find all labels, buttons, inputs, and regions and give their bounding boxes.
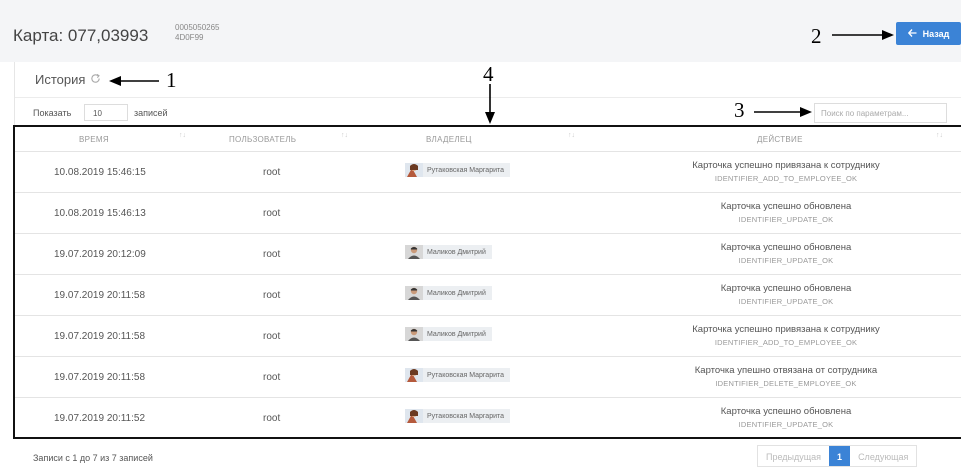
owner-name: Рутаковская Маргарита [423, 368, 511, 382]
prev-page-button[interactable]: Предыдущая [758, 446, 829, 466]
owner-cell[interactable]: Рутаковская Маргарита [405, 163, 511, 177]
action-code: IDENTIFIER_UPDATE_OK [738, 256, 834, 265]
action-text: Карточка упешно отвязана от сотрудника [694, 365, 878, 376]
owner-cell[interactable]: Маликов Дмитрий [405, 286, 492, 300]
card-identifier: 0005050265 4D0F99 [175, 23, 220, 43]
annotation-arrow-2 [832, 30, 894, 40]
user-cell: root [263, 290, 281, 301]
avatar-male-icon [405, 245, 423, 259]
annotation-arrow-1 [109, 76, 159, 86]
action-code: IDENTIFIER_ADD_TO_EMPLOYEE_OK [714, 338, 858, 347]
column-owner-header[interactable]: ВЛАДЕЛЕЦ [426, 135, 472, 144]
arrow-left-icon [907, 28, 917, 39]
search-input[interactable]: Поиск по параметрам... [814, 103, 947, 123]
user-cell: root [263, 413, 281, 424]
action-text: Карточка успешно обновлена [720, 242, 852, 253]
action-code: IDENTIFIER_ADD_TO_EMPLOYEE_OK [714, 174, 858, 183]
action-cell: Карточка успешно привязана к сотруднику I… [635, 152, 937, 183]
sort-icon[interactable]: ↑↓ [341, 132, 348, 139]
time-cell: 10.08.2019 15:46:13 [54, 208, 146, 219]
action-text: Карточка успешно обновлена [720, 201, 852, 212]
back-button-label: Назад [922, 28, 950, 39]
avatar-male-icon [405, 327, 423, 341]
time-cell: 19.07.2019 20:11:58 [54, 331, 146, 342]
action-code: IDENTIFIER_UPDATE_OK [738, 215, 834, 224]
table-row[interactable]: 19.07.2019 20:11:52 root Рутаковская Марга… [15, 397, 961, 438]
pagination: Предыдущая 1 Следующая [757, 445, 918, 467]
history-section-title: История [35, 72, 101, 87]
annotation-arrow-4 [485, 84, 495, 124]
action-text: Карточка успешно обновлена [720, 406, 852, 417]
action-text: Карточка успешно привязана к сотруднику [692, 160, 880, 171]
owner-name: Рутаковская Маргарита [423, 163, 511, 177]
table-row[interactable]: 10.08.2019 15:46:13 root Карточка успешно … [15, 192, 961, 233]
time-cell: 19.07.2019 20:11:58 [54, 372, 146, 383]
action-cell: Карточка успешно обновлена IDENTIFIER_UPD… [635, 275, 937, 306]
records-label: записей [134, 108, 168, 118]
table-row[interactable]: 19.07.2019 20:11:58 root Рутаковская Марга… [15, 356, 961, 397]
owner-name: Маликов Дмитрий [423, 327, 492, 341]
column-user-header[interactable]: ПОЛЬЗОВАТЕЛЬ [229, 135, 296, 144]
time-cell: 19.07.2019 20:12:09 [54, 249, 146, 260]
user-cell: root [263, 167, 281, 178]
user-cell: root [263, 249, 281, 260]
sort-icon[interactable]: ↑↓ [568, 132, 575, 139]
owner-cell[interactable]: Рутаковская Маргарита [405, 368, 511, 382]
owner-name: Рутаковская Маргарита [423, 409, 511, 423]
records-info: Записи с 1 до 7 из 7 записей [33, 453, 153, 463]
action-code: IDENTIFIER_DELETE_EMPLOYEE_OK [715, 379, 857, 388]
owner-cell[interactable]: Рутаковская Маргарита [405, 409, 511, 423]
card-id-line2: 4D0F99 [175, 33, 204, 42]
action-code: IDENTIFIER_UPDATE_OK [738, 420, 834, 429]
avatar-male-icon [405, 286, 423, 300]
action-cell: Карточка успешно привязана к сотруднику I… [635, 316, 937, 347]
column-action-header[interactable]: ДЕЙСТВИЕ [757, 135, 803, 144]
owner-cell[interactable]: Маликов Дмитрий [405, 245, 492, 259]
time-cell: 19.07.2019 20:11:52 [54, 413, 146, 424]
owner-cell[interactable]: Маликов Дмитрий [405, 327, 492, 341]
page-1-button[interactable]: 1 [829, 446, 851, 466]
card-id-line1: 0005050265 [175, 23, 220, 32]
action-text: Карточка успешно привязана к сотруднику [692, 324, 880, 335]
table-row[interactable]: 10.08.2019 15:46:15 root Рутаковская Марга… [15, 151, 961, 192]
sort-icon[interactable]: ↑↓ [179, 132, 186, 139]
avatar-female-icon [405, 163, 423, 177]
sort-icon[interactable]: ↑↓ [936, 132, 943, 139]
annotation-arrow-3 [754, 107, 812, 117]
table-row[interactable]: 19.07.2019 20:11:58 root Маликов Дмитрий Ка… [15, 315, 961, 356]
action-cell: Карточка упешно отвязана от сотрудника ID… [635, 357, 937, 388]
column-time-header[interactable]: ВРЕМЯ [79, 135, 109, 144]
user-cell: root [263, 208, 281, 219]
annotation-2: 2 [811, 24, 822, 48]
avatar-female-icon [405, 368, 423, 382]
next-page-button[interactable]: Следующая [850, 446, 916, 466]
user-cell: root [263, 372, 281, 383]
annotation-3: 3 [734, 98, 745, 122]
action-text: Карточка успешно обновлена [720, 283, 852, 294]
action-cell: Карточка успешно обновлена IDENTIFIER_UPD… [635, 193, 937, 224]
owner-name: Маликов Дмитрий [423, 286, 492, 300]
owner-name: Маликов Дмитрий [423, 245, 492, 259]
action-cell: Карточка успешно обновлена IDENTIFIER_UPD… [635, 234, 937, 265]
show-label: Показать [33, 108, 72, 118]
refresh-icon[interactable] [90, 72, 101, 87]
table-row[interactable]: 19.07.2019 20:12:09 root Маликов Дмитрий Ка… [15, 233, 961, 274]
time-cell: 19.07.2019 20:11:58 [54, 290, 146, 301]
table-header: ВРЕМЯ ↑↓ ПОЛЬЗОВАТЕЛЬ ↑↓ ВЛАДЕЛЕЦ ↑↓ ДЕЙ… [15, 127, 961, 151]
history-title: История [35, 72, 86, 87]
back-button[interactable]: Назад [896, 22, 961, 45]
panel-border [14, 62, 15, 126]
user-cell: root [263, 331, 281, 342]
action-cell: Карточка успешно обновлена IDENTIFIER_UPD… [635, 398, 937, 429]
page-size-select[interactable]: 10 [84, 104, 128, 121]
table-row[interactable]: 19.07.2019 20:11:58 root Маликов Дмитрий Ка… [15, 274, 961, 315]
annotation-1: 1 [166, 68, 177, 92]
card-title: Карта: 077,03993 [13, 26, 149, 45]
action-code: IDENTIFIER_UPDATE_OK [738, 297, 834, 306]
time-cell: 10.08.2019 15:46:15 [54, 167, 146, 178]
avatar-female-icon [405, 409, 423, 423]
